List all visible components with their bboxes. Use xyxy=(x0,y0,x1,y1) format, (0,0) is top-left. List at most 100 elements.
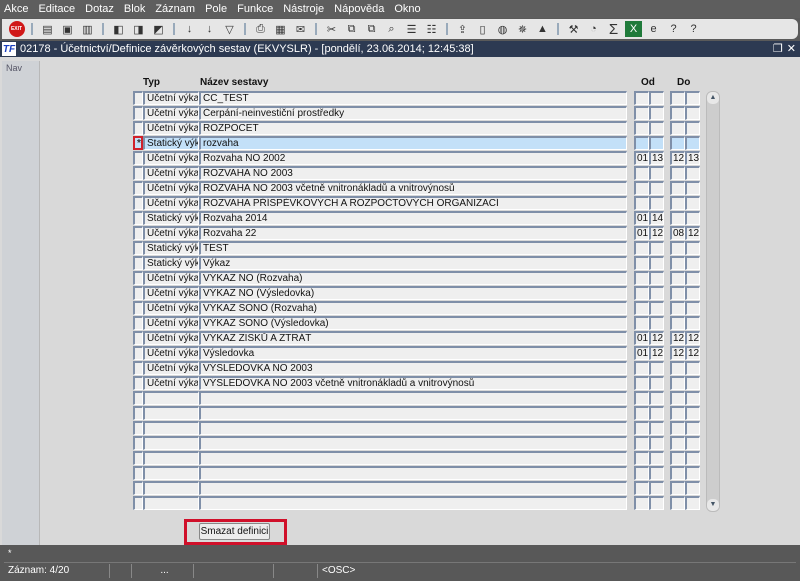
cell-do1[interactable] xyxy=(670,391,685,405)
cell-od1[interactable] xyxy=(634,316,649,330)
cell-typ[interactable]: Účetní výkaz xyxy=(143,361,199,375)
cell-od1[interactable] xyxy=(634,361,649,375)
cell-nazev[interactable]: VÝKAZ SONO (Výsledovka) xyxy=(199,316,627,330)
menu-1[interactable]: Editace xyxy=(38,3,75,15)
menu-0[interactable]: Akce xyxy=(4,3,28,15)
sort-desc-icon[interactable]: ↓ xyxy=(201,21,218,37)
cell-do1[interactable] xyxy=(670,466,685,480)
cell-nazev[interactable]: VÝKAZ NO (Výsledovka) xyxy=(199,286,627,300)
record-indicator[interactable] xyxy=(133,286,143,300)
wheel-icon[interactable]: ✵ xyxy=(514,21,531,37)
cell-do1[interactable] xyxy=(670,106,685,120)
restore-icon[interactable]: ❐ xyxy=(773,42,783,55)
cell-typ[interactable]: Účetní výkaz xyxy=(143,346,199,360)
menu-8[interactable]: Nápověda xyxy=(334,3,384,15)
cell-do2[interactable] xyxy=(685,271,700,285)
cell-do1[interactable] xyxy=(670,436,685,450)
record-indicator[interactable] xyxy=(133,91,143,105)
cell-do1[interactable] xyxy=(670,271,685,285)
cell-nazev[interactable] xyxy=(199,406,627,420)
cell-od1[interactable]: 01 xyxy=(634,211,649,225)
cell-do2[interactable] xyxy=(685,211,700,225)
menu-3[interactable]: Blok xyxy=(124,3,145,15)
cell-od1[interactable] xyxy=(634,286,649,300)
cell-do1[interactable] xyxy=(670,376,685,390)
cell-typ[interactable] xyxy=(143,481,199,495)
cell-do1[interactable] xyxy=(670,301,685,315)
enter-query-icon[interactable]: ◧ xyxy=(110,21,127,37)
cell-nazev[interactable]: ROZVAHA NO 2003 včetně vnitronákladů a v… xyxy=(199,181,627,195)
cell-do2[interactable] xyxy=(685,466,700,480)
record-indicator[interactable] xyxy=(133,211,143,225)
sum-icon[interactable]: Σ xyxy=(605,21,622,38)
cell-do1[interactable]: 12 xyxy=(670,346,685,360)
cell-od1[interactable] xyxy=(634,391,649,405)
cell-do1[interactable]: 12 xyxy=(670,151,685,165)
cell-od2[interactable] xyxy=(649,241,664,255)
cell-do2[interactable] xyxy=(685,451,700,465)
cell-typ[interactable]: Účetní výkaz xyxy=(143,271,199,285)
cell-do1[interactable] xyxy=(670,286,685,300)
menu-2[interactable]: Dotaz xyxy=(85,3,114,15)
cut-icon[interactable]: ✂ xyxy=(323,21,340,37)
cell-do2[interactable] xyxy=(685,391,700,405)
record-indicator[interactable] xyxy=(133,406,143,420)
cell-od2[interactable] xyxy=(649,406,664,420)
cell-od2[interactable] xyxy=(649,361,664,375)
record-indicator[interactable] xyxy=(133,301,143,315)
cell-od2[interactable] xyxy=(649,376,664,390)
filter-icon[interactable]: ▽ xyxy=(221,21,238,37)
record-indicator[interactable] xyxy=(133,376,143,390)
cell-nazev[interactable]: VÝKAZ SONO (Rozvaha) xyxy=(199,301,627,315)
cell-od1[interactable] xyxy=(634,106,649,120)
cell-nazev[interactable]: Výkaz xyxy=(199,256,627,270)
cell-do1[interactable] xyxy=(670,451,685,465)
cell-od2[interactable] xyxy=(649,91,664,105)
cell-do2[interactable] xyxy=(685,406,700,420)
cell-typ[interactable]: Statický výkaz xyxy=(143,241,199,255)
cell-od2[interactable]: 12 xyxy=(649,226,664,240)
cell-do2[interactable] xyxy=(685,376,700,390)
mail-icon[interactable]: ✉ xyxy=(292,21,309,37)
cell-nazev[interactable]: Čerpání-neinvestiční prostředky xyxy=(199,106,627,120)
cell-typ[interactable]: Účetní výkaz xyxy=(143,301,199,315)
mountain-icon[interactable]: ▲ xyxy=(534,21,551,37)
record-indicator[interactable] xyxy=(133,481,143,495)
menu-9[interactable]: Okno xyxy=(394,3,420,15)
cell-od2[interactable]: 12 xyxy=(649,346,664,360)
record-indicator[interactable] xyxy=(133,451,143,465)
cell-od2[interactable] xyxy=(649,436,664,450)
nav-panel[interactable]: Nav xyxy=(2,61,40,545)
exit-icon[interactable]: EXIT xyxy=(8,21,25,37)
cell-typ[interactable]: Statický výkaz xyxy=(143,211,199,225)
cell-do2[interactable] xyxy=(685,196,700,210)
cell-typ[interactable] xyxy=(143,451,199,465)
cell-do2[interactable] xyxy=(685,106,700,120)
scroll-down-icon[interactable]: ▼ xyxy=(707,499,719,511)
cell-do2[interactable] xyxy=(685,496,700,510)
cell-nazev[interactable]: VÝKAZ ZISKŮ A ZTRÁT xyxy=(199,331,627,345)
cell-od1[interactable] xyxy=(634,451,649,465)
record-indicator[interactable] xyxy=(133,256,143,270)
record-indicator[interactable] xyxy=(133,121,143,135)
cell-do2[interactable] xyxy=(685,481,700,495)
cell-od1[interactable] xyxy=(634,496,649,510)
cell-typ[interactable]: Statický výkaz xyxy=(143,136,199,150)
cell-typ[interactable]: Účetní výkaz xyxy=(143,196,199,210)
cell-od1[interactable] xyxy=(634,241,649,255)
cell-nazev[interactable]: Rozvaha NO 2002 xyxy=(199,151,627,165)
cell-od2[interactable] xyxy=(649,136,664,150)
cell-do1[interactable] xyxy=(670,241,685,255)
cell-nazev[interactable]: Rozvaha 2014 xyxy=(199,211,627,225)
cell-typ[interactable] xyxy=(143,436,199,450)
cell-do1[interactable] xyxy=(670,181,685,195)
cell-do2[interactable] xyxy=(685,316,700,330)
cell-od1[interactable]: 01 xyxy=(634,226,649,240)
cell-od2[interactable] xyxy=(649,301,664,315)
cell-typ[interactable]: Účetní výkaz xyxy=(143,316,199,330)
globe-icon[interactable]: ◍ xyxy=(494,21,511,37)
print-icon[interactable]: ⎙ xyxy=(252,21,269,37)
cell-nazev[interactable]: ROZPOCET xyxy=(199,121,627,135)
cell-od1[interactable]: 01 xyxy=(634,151,649,165)
cell-typ[interactable] xyxy=(143,421,199,435)
